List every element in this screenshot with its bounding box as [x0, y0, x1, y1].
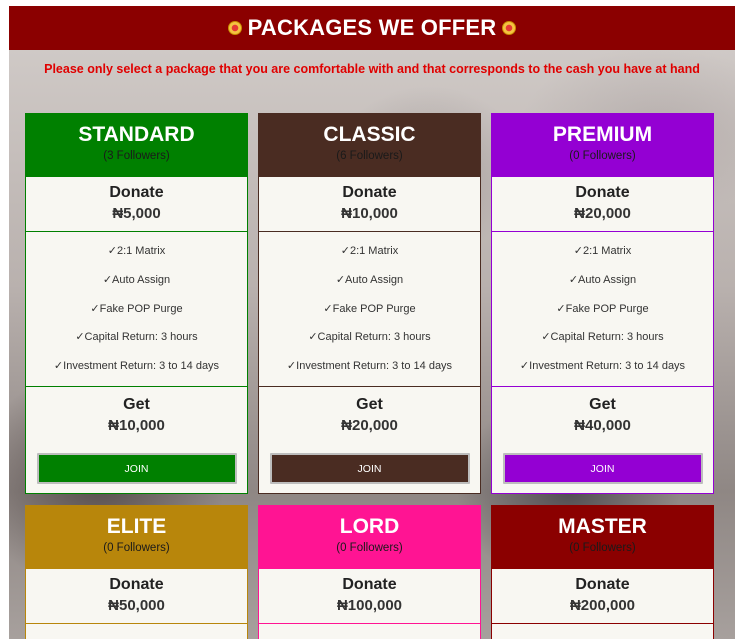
- feature-item: ✓Auto Assign: [568, 273, 637, 286]
- get-amount: ₦20,000: [341, 417, 398, 434]
- get-section: Get ₦40,000 JOIN: [492, 387, 713, 493]
- feature-item: ✓Investment Return: 3 to 14 days: [53, 360, 220, 373]
- package-card-standard: STANDARD (3 Followers) Donate ₦5,000 ✓2:…: [25, 113, 248, 494]
- feature-list: ✓2:1 Matrix ✓Auto Assign ✓Fake POP Purge…: [492, 232, 713, 387]
- donate-label: Donate: [109, 576, 164, 593]
- card-header: MASTER (0 Followers): [492, 506, 713, 569]
- feature-item: ✓Fake POP Purge: [323, 302, 416, 315]
- card-header: PREMIUM (0 Followers): [492, 114, 713, 177]
- feature-item: ✓Capital Return: 3 hours: [75, 331, 198, 344]
- donate-section: Donate ₦5,000: [26, 177, 247, 232]
- get-section: Get ₦10,000 JOIN: [26, 387, 247, 493]
- follower-count: (0 Followers): [103, 542, 170, 554]
- follower-count: (0 Followers): [569, 542, 636, 554]
- feature-item: ✓Auto Assign: [102, 273, 171, 286]
- get-section: Get ₦20,000 JOIN: [259, 387, 480, 493]
- feature-item: ✓Fake POP Purge: [556, 302, 649, 315]
- package-name: LORD: [339, 515, 400, 538]
- donate-label: Donate: [109, 184, 164, 201]
- feature-item: ✓2:1 Matrix: [573, 245, 632, 257]
- donate-amount: ₦20,000: [574, 205, 631, 222]
- feature-item: ✓Capital Return: 3 hours: [308, 331, 431, 344]
- package-notice: Please only select a package that you ar…: [44, 62, 700, 76]
- donate-amount: ₦5,000: [112, 205, 161, 222]
- feature-item: ✓2:1 Matrix: [340, 245, 399, 257]
- feature-list: ✓2:1 Matrix ✓Auto Assign ✓Fake POP Purge…: [259, 232, 480, 387]
- get-label: Get: [589, 396, 616, 413]
- page-header: PACKAGES WE OFFER: [9, 6, 735, 50]
- feature-list: ✓2:1 Matrix ✓Auto Assign ✓Fake POP Purge…: [26, 232, 247, 387]
- package-name: STANDARD: [78, 123, 195, 146]
- join-button[interactable]: JOIN: [502, 453, 703, 484]
- feature-item: ✓Fake POP Purge: [90, 302, 183, 315]
- join-button[interactable]: JOIN: [36, 453, 237, 484]
- feature-item: ✓Capital Return: 3 hours: [541, 331, 664, 344]
- donate-label: Donate: [575, 576, 630, 593]
- donate-section: Donate ₦200,000: [492, 569, 713, 624]
- follower-count: (3 Followers): [103, 150, 170, 162]
- package-name: MASTER: [558, 515, 647, 538]
- card-header: LORD (0 Followers): [259, 506, 480, 569]
- card-header: CLASSIC (6 Followers): [259, 114, 480, 177]
- page-title: PACKAGES WE OFFER: [247, 15, 497, 40]
- package-card-elite: ELITE (0 Followers) Donate ₦50,000: [25, 505, 248, 639]
- follower-count: (6 Followers): [336, 150, 403, 162]
- donate-section: Donate ₦100,000: [259, 569, 480, 624]
- package-card-master: MASTER (0 Followers) Donate ₦200,000: [491, 505, 714, 639]
- feature-item: ✓2:1 Matrix: [107, 245, 166, 257]
- get-amount: ₦40,000: [574, 417, 631, 434]
- feature-item: ✓Investment Return: 3 to 14 days: [286, 360, 453, 373]
- coin-icon: [227, 21, 242, 35]
- feature-item: ✓Auto Assign: [335, 273, 404, 286]
- donate-amount: ₦200,000: [569, 597, 636, 614]
- donate-section: Donate ₦50,000: [26, 569, 247, 624]
- package-card-premium: PREMIUM (0 Followers) Donate ₦20,000 ✓2:…: [491, 113, 714, 494]
- donate-section: Donate ₦20,000: [492, 177, 713, 232]
- card-header: ELITE (0 Followers): [26, 506, 247, 569]
- package-card-classic: CLASSIC (6 Followers) Donate ₦10,000 ✓2:…: [258, 113, 481, 494]
- follower-count: (0 Followers): [569, 150, 636, 162]
- package-name: CLASSIC: [323, 123, 416, 146]
- get-label: Get: [356, 396, 383, 413]
- feature-item: ✓Investment Return: 3 to 14 days: [519, 360, 686, 373]
- donate-amount: ₦50,000: [108, 597, 165, 614]
- coin-icon: [502, 21, 517, 35]
- package-name: PREMIUM: [552, 123, 653, 146]
- follower-count: (0 Followers): [336, 542, 403, 554]
- donate-label: Donate: [575, 184, 630, 201]
- get-amount: ₦10,000: [108, 417, 165, 434]
- join-button[interactable]: JOIN: [269, 453, 470, 484]
- donate-amount: ₦10,000: [341, 205, 398, 222]
- donate-amount: ₦100,000: [336, 597, 403, 614]
- card-header: STANDARD (3 Followers): [26, 114, 247, 177]
- donate-label: Donate: [342, 576, 397, 593]
- donate-section: Donate ₦10,000: [259, 177, 480, 232]
- get-label: Get: [123, 396, 150, 413]
- package-card-lord: LORD (0 Followers) Donate ₦100,000: [258, 505, 481, 639]
- package-name: ELITE: [106, 515, 167, 538]
- donate-label: Donate: [342, 184, 397, 201]
